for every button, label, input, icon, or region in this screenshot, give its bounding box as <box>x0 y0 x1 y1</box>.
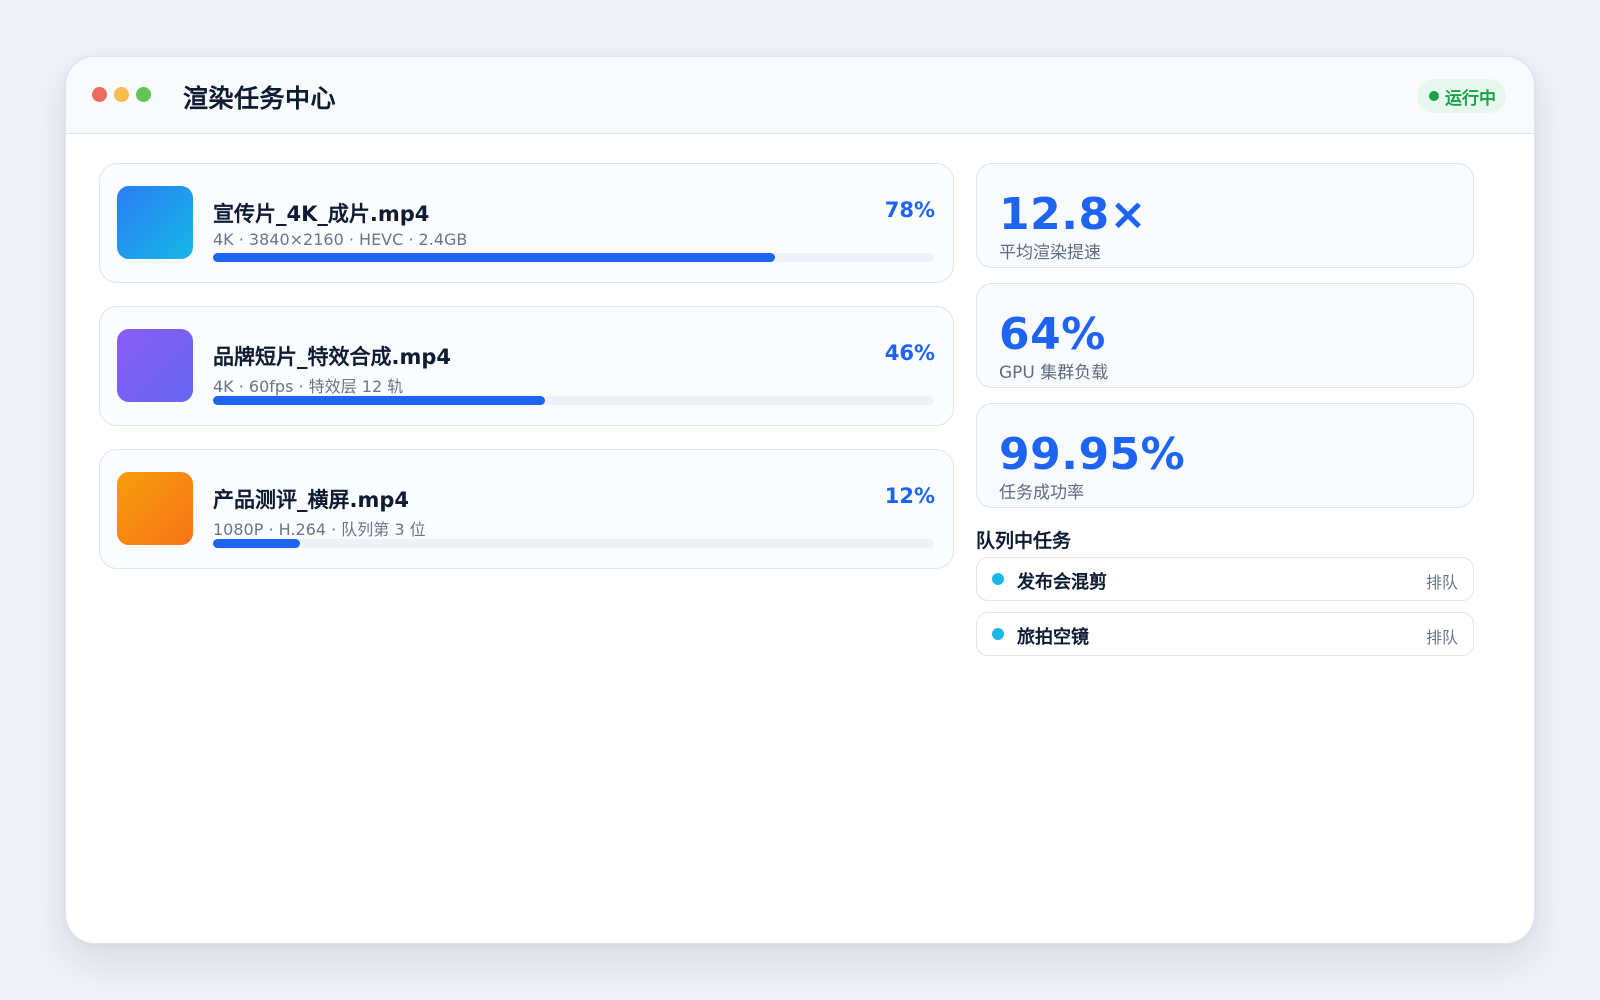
progress-track <box>213 539 934 548</box>
stat-label: 平均渲染提速 <box>999 243 1101 263</box>
queue-heading: 队列中任务 <box>976 530 1072 552</box>
task-filename: 品牌短片_特效合成.mp4 <box>213 345 452 369</box>
task-filename: 宣传片_4K_成片.mp4 <box>213 202 430 226</box>
task-progress-percent: 46% <box>884 341 935 365</box>
title-bar: 渲染任务中心 运行中 <box>66 57 1534 134</box>
video-thumbnail <box>117 472 193 545</box>
progress-fill <box>213 539 300 548</box>
progress-fill <box>213 396 545 405</box>
stats-panel: 12.8× 平均渲染提速 64% GPU 集群负载 99.95% 任务成功率 <box>976 163 1474 523</box>
maximize-window-button[interactable] <box>136 87 151 102</box>
stat-value: 99.95% <box>999 429 1186 480</box>
video-thumbnail <box>117 329 193 402</box>
queue-list: 发布会混剪 排队 旅拍空镜 排队 <box>976 557 1474 667</box>
stat-card-gpu-load: 64% GPU 集群负载 <box>976 283 1474 388</box>
queue-status-dot-icon <box>992 573 1004 585</box>
status-dot-icon <box>1429 91 1439 101</box>
stat-card-speedup: 12.8× 平均渲染提速 <box>976 163 1474 268</box>
stat-card-success-rate: 99.95% 任务成功率 <box>976 403 1474 508</box>
app-title: 渲染任务中心 <box>183 84 337 113</box>
video-thumbnail <box>117 186 193 259</box>
render-task-card[interactable]: 产品测评_横屏.mp4 1080P · H.264 · 队列第 3 位 12% <box>99 449 954 569</box>
queue-item-name: 发布会混剪 <box>1017 572 1107 593</box>
stat-label: 任务成功率 <box>999 483 1084 503</box>
render-task-card[interactable]: 宣传片_4K_成片.mp4 4K · 3840×2160 · HEVC · 2.… <box>99 163 954 283</box>
task-meta: 4K · 60fps · 特效层 12 轨 <box>213 377 404 396</box>
task-progress-percent: 78% <box>884 198 935 222</box>
task-meta: 1080P · H.264 · 队列第 3 位 <box>213 520 426 539</box>
progress-track <box>213 396 934 405</box>
status-badge: 运行中 <box>1417 79 1506 113</box>
stat-value: 64% <box>999 309 1106 360</box>
queue-item[interactable]: 旅拍空镜 排队 <box>976 612 1474 656</box>
task-meta: 4K · 3840×2160 · HEVC · 2.4GB <box>213 230 468 249</box>
progress-track <box>213 253 934 262</box>
close-window-button[interactable] <box>92 87 107 102</box>
app-window: 渲染任务中心 运行中 宣传片_4K_成片.mp4 4K · 3840×2160 … <box>65 56 1535 944</box>
task-progress-percent: 12% <box>884 484 935 508</box>
queue-status-dot-icon <box>992 628 1004 640</box>
minimize-window-button[interactable] <box>114 87 129 102</box>
render-task-card[interactable]: 品牌短片_特效合成.mp4 4K · 60fps · 特效层 12 轨 46% <box>99 306 954 426</box>
queue-item-status: 排队 <box>1425 628 1458 647</box>
queue-item[interactable]: 发布会混剪 排队 <box>976 557 1474 601</box>
stat-label: GPU 集群负载 <box>999 363 1109 383</box>
task-filename: 产品测评_横屏.mp4 <box>213 488 410 512</box>
status-label: 运行中 <box>1445 88 1496 109</box>
progress-fill <box>213 253 776 262</box>
render-task-list: 宣传片_4K_成片.mp4 4K · 3840×2160 · HEVC · 2.… <box>99 163 954 592</box>
queue-item-name: 旅拍空镜 <box>1017 627 1089 648</box>
queue-item-status: 排队 <box>1425 573 1458 592</box>
stat-value: 12.8× <box>999 189 1147 240</box>
